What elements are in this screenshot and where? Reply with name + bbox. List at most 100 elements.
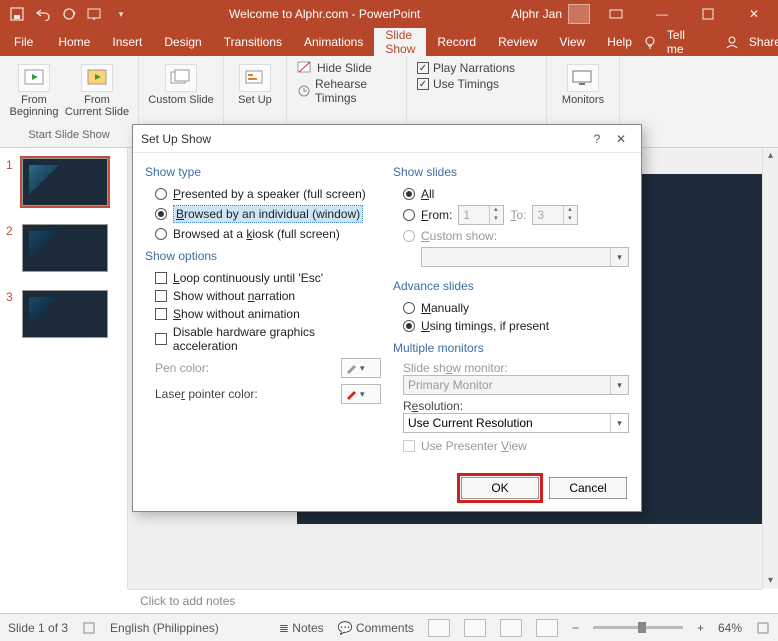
check-no-narration[interactable]: Show without narration (145, 287, 381, 305)
redo-icon[interactable] (60, 5, 78, 23)
dialog-titlebar[interactable]: Set Up Show ? ✕ (133, 125, 641, 153)
radio-browsed-individual[interactable]: Browsed by an individual (window) (145, 203, 381, 225)
ribbon-display-icon[interactable] (596, 0, 636, 28)
radio-browsed-kiosk[interactable]: Browsed at a kiosk (full screen) (145, 225, 381, 243)
undo-icon[interactable] (34, 5, 52, 23)
resolution-combo[interactable]: Use Current Resolution▾ (403, 413, 629, 433)
tab-view[interactable]: View (548, 28, 596, 56)
radio-from-to[interactable]: From: 1▴▾ To: 3▴▾ (393, 203, 629, 227)
fit-to-window-button[interactable] (756, 621, 770, 635)
share-button[interactable]: Share (749, 35, 778, 49)
thumb-number: 1 (6, 158, 16, 172)
zoom-in-button[interactable]: + (697, 621, 704, 635)
language-indicator[interactable]: English (Philippines) (110, 621, 219, 635)
monitors-button[interactable]: Monitors (553, 60, 613, 106)
share-icon[interactable] (725, 35, 739, 49)
slide-thumb-1[interactable] (22, 158, 108, 206)
check-disable-hw[interactable]: Disable hardware graphics acceleration (145, 323, 381, 355)
tab-file[interactable]: File (0, 28, 47, 56)
slide-counter[interactable]: Slide 1 of 3 (8, 621, 68, 635)
monitor-combo: Primary Monitor▾ (403, 375, 629, 395)
setup-button[interactable]: Set Up (230, 60, 280, 106)
zoom-level[interactable]: 64% (718, 621, 742, 635)
sorter-view-button[interactable] (464, 619, 486, 637)
tab-help[interactable]: Help (596, 28, 643, 56)
custom-show-combo: ▾ (421, 247, 629, 267)
slideshow-start-icon[interactable] (86, 5, 104, 23)
radio-timings[interactable]: Using timings, if present (393, 317, 629, 335)
show-type-heading: Show type (145, 165, 381, 179)
window-title: Welcome to Alphr.com - PowerPoint (138, 7, 511, 21)
hide-slide-button[interactable]: Hide Slide (293, 60, 400, 76)
presenter-view-check: Use Presenter View (403, 437, 629, 455)
save-icon[interactable] (8, 5, 26, 23)
qat-dropdown-icon[interactable]: ▾ (112, 5, 130, 23)
from-beginning-button[interactable]: From Beginning (6, 60, 62, 118)
ribbon-tabs: File Home Insert Design Transitions Anim… (0, 28, 778, 56)
from-spinner[interactable]: 1▴▾ (458, 205, 504, 225)
custom-slideshow-button[interactable]: Custom Slide (145, 60, 217, 106)
laser-color-dropdown[interactable]: ▾ (341, 384, 381, 404)
monitors-heading: Multiple monitors (393, 341, 629, 355)
tab-record[interactable]: Record (426, 28, 487, 56)
check-loop[interactable]: Loop continuously until 'Esc' (145, 269, 381, 287)
notes-toggle[interactable]: ≣ Notes (279, 621, 324, 635)
show-slides-heading: Show slides (393, 165, 629, 179)
tab-insert[interactable]: Insert (101, 28, 153, 56)
avatar[interactable] (568, 4, 590, 24)
close-icon[interactable]: ✕ (609, 132, 633, 146)
tab-transitions[interactable]: Transitions (213, 28, 293, 56)
normal-view-button[interactable] (428, 619, 450, 637)
cancel-button[interactable]: Cancel (549, 477, 627, 499)
help-button[interactable]: ? (585, 132, 609, 146)
advance-heading: Advance slides (393, 279, 629, 293)
radio-manually[interactable]: Manually (393, 299, 629, 317)
comments-toggle[interactable]: 💬 Comments (338, 621, 414, 635)
setup-show-dialog: Set Up Show ? ✕ Show type PPresented by … (132, 124, 642, 512)
tab-home[interactable]: Home (47, 28, 101, 56)
notes-pane[interactable]: Click to add notes (128, 589, 762, 613)
tab-slideshow[interactable]: Slide Show (374, 28, 426, 56)
use-timings-check[interactable]: ✓Use Timings (413, 76, 540, 92)
show-options-heading: Show options (145, 249, 381, 263)
close-button[interactable]: ✕ (734, 0, 774, 28)
reading-view-button[interactable] (500, 619, 522, 637)
thumb-number: 3 (6, 290, 16, 304)
slideshow-view-button[interactable] (536, 619, 558, 637)
tab-design[interactable]: Design (153, 28, 212, 56)
laser-icon (345, 388, 357, 400)
tab-animations[interactable]: Animations (293, 28, 374, 56)
play-narrations-check[interactable]: ✓Play Narrations (413, 60, 540, 76)
status-bar: Slide 1 of 3 English (Philippines) ≣ Not… (0, 613, 778, 641)
zoom-slider[interactable] (593, 626, 683, 629)
maximize-button[interactable] (688, 0, 728, 28)
radio-all[interactable]: All (393, 185, 629, 203)
title-bar: ▾ Welcome to Alphr.com - PowerPoint Alph… (0, 0, 778, 28)
check-no-animation[interactable]: Show without animation (145, 305, 381, 323)
monitor-icon (567, 64, 599, 92)
slide-thumb-2[interactable] (22, 224, 108, 272)
left-column: Show type PPresented by a speaker (full … (145, 159, 381, 455)
from-current-button[interactable]: From Current Slide (62, 60, 132, 118)
slide-thumb-3[interactable] (22, 290, 108, 338)
minimize-button[interactable]: — (642, 0, 682, 28)
ok-button[interactable]: OK (461, 477, 539, 499)
rehearse-button[interactable]: Rehearse Timings (293, 76, 400, 106)
thumbnail-pane[interactable]: 1 2 3 (0, 148, 128, 589)
pen-color-label: Pen color: (155, 361, 209, 375)
radio-presented[interactable]: PPresented by a speaker (full screen)res… (145, 185, 381, 203)
tell-me-input[interactable]: Tell me (667, 28, 692, 56)
group-start-label: Start Slide Show (6, 129, 132, 143)
tab-review[interactable]: Review (487, 28, 548, 56)
pen-color-dropdown[interactable]: ▾ (341, 358, 381, 378)
clock-icon (297, 84, 311, 98)
lightbulb-icon[interactable] (643, 35, 657, 49)
dialog-title: Set Up Show (141, 132, 585, 146)
right-column: Show slides All From: 1▴▾ To: 3▴▾ Custom… (393, 159, 629, 455)
to-spinner[interactable]: 3▴▾ (532, 205, 578, 225)
vertical-scrollbar[interactable]: ▴▾ (762, 148, 778, 589)
resolution-label: Resolution: (403, 399, 629, 413)
zoom-out-button[interactable]: − (572, 621, 579, 635)
hide-slide-icon (297, 61, 313, 75)
spellcheck-icon[interactable] (82, 621, 96, 635)
